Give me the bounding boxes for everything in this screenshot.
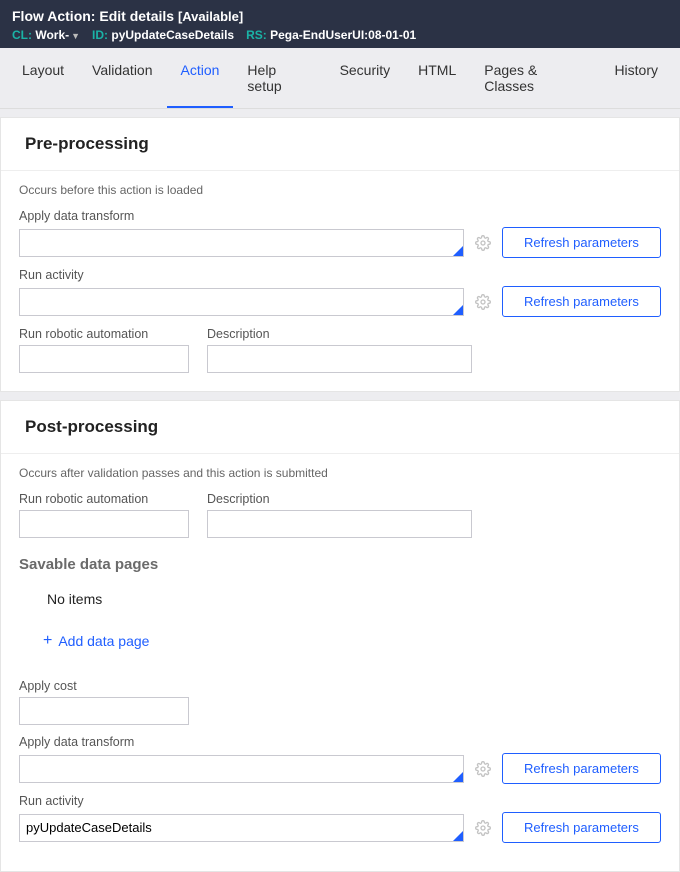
rule-title-row: Flow Action: Edit details [Available] [12, 8, 668, 24]
rule-type: Flow Action: [12, 8, 95, 24]
id-label: ID: [92, 28, 108, 42]
post-apply-dt-wrapper [19, 755, 464, 783]
id-value: pyUpdateCaseDetails [111, 28, 234, 42]
gear-icon[interactable] [474, 293, 492, 311]
tab-validation[interactable]: Validation [78, 48, 166, 108]
tab-action[interactable]: Action [167, 48, 234, 108]
rs-value: Pega-EndUserUI:08-01-01 [270, 28, 416, 42]
tab-help-setup[interactable]: Help setup [233, 48, 325, 108]
rule-header: Flow Action: Edit details [Available] CL… [0, 0, 680, 48]
pre-activity-refresh-button[interactable]: Refresh parameters [502, 286, 661, 317]
gear-icon[interactable] [474, 760, 492, 778]
add-data-page-label: Add data page [58, 633, 149, 649]
gear-icon[interactable] [474, 819, 492, 837]
pre-robotic-label: Run robotic automation [19, 327, 189, 341]
post-activity-refresh-button[interactable]: Refresh parameters [502, 812, 661, 843]
tab-pages-classes[interactable]: Pages & Classes [470, 48, 600, 108]
rule-name: Edit details [99, 8, 174, 24]
tab-layout[interactable]: Layout [8, 48, 78, 108]
cl-label: CL: [12, 28, 32, 42]
pre-help-text: Occurs before this action is loaded [19, 183, 661, 197]
add-data-page-link[interactable]: + Add data page [43, 633, 149, 649]
savable-heading: Savable data pages [19, 556, 661, 573]
apply-cost-input[interactable] [19, 697, 189, 725]
post-robotic-input[interactable] [19, 510, 189, 538]
pre-apply-dt-wrapper [19, 229, 464, 257]
apply-cost-label: Apply cost [19, 679, 661, 693]
post-dt-refresh-button[interactable]: Refresh parameters [502, 753, 661, 784]
rs-label: RS: [246, 28, 267, 42]
tab-strip: Layout Validation Action Help setup Secu… [0, 48, 680, 109]
pre-processing-section: Pre-processing Occurs before this action… [0, 117, 680, 392]
pre-desc-input[interactable] [207, 345, 472, 373]
tab-html[interactable]: HTML [404, 48, 470, 108]
pre-desc-label: Description [207, 327, 472, 341]
availability-badge: [Available] [178, 9, 243, 24]
chevron-down-icon: ▼ [71, 31, 80, 41]
pre-robotic-input[interactable] [19, 345, 189, 373]
plus-icon: + [43, 633, 52, 649]
pre-apply-dt-label: Apply data transform [19, 209, 661, 223]
post-robotic-label: Run robotic automation [19, 492, 189, 506]
tab-history[interactable]: History [600, 48, 672, 108]
gear-icon[interactable] [474, 234, 492, 252]
post-processing-section: Post-processing Occurs after validation … [0, 400, 680, 872]
pre-processing-title: Pre-processing [1, 118, 679, 171]
post-processing-title: Post-processing [1, 401, 679, 454]
pre-dt-refresh-button[interactable]: Refresh parameters [502, 227, 661, 258]
post-run-activity-wrapper [19, 814, 464, 842]
post-run-activity-label: Run activity [19, 794, 661, 808]
pre-run-activity-input[interactable] [19, 288, 464, 316]
pre-run-activity-wrapper [19, 288, 464, 316]
post-desc-input[interactable] [207, 510, 472, 538]
pre-run-activity-label: Run activity [19, 268, 661, 282]
post-desc-label: Description [207, 492, 472, 506]
tab-security[interactable]: Security [326, 48, 405, 108]
cl-value[interactable]: Work-▼ [35, 28, 80, 42]
post-apply-dt-input[interactable] [19, 755, 464, 783]
post-help-text: Occurs after validation passes and this … [19, 466, 661, 480]
post-apply-dt-label: Apply data transform [19, 735, 661, 749]
rule-meta: CL: Work-▼ ID: pyUpdateCaseDetails RS: P… [12, 28, 668, 42]
no-items-text: No items [47, 591, 661, 607]
post-run-activity-input[interactable] [19, 814, 464, 842]
pre-apply-dt-input[interactable] [19, 229, 464, 257]
